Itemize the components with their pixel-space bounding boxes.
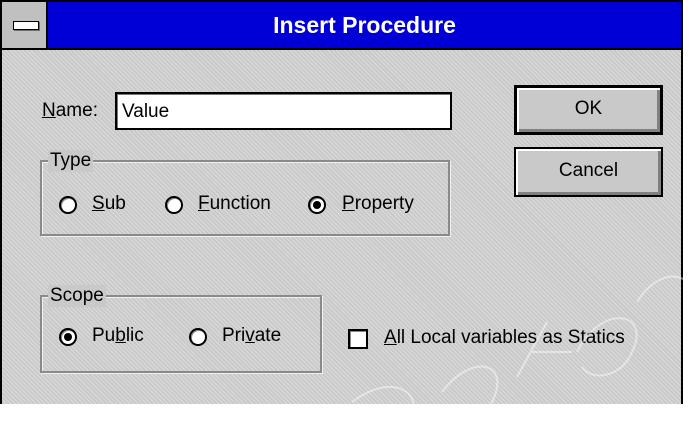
name-label: Name: <box>42 100 98 121</box>
insert-procedure-dialog: Insert Procedure Name: Value OK Cancel T… <box>0 0 689 418</box>
type-group-label: Type <box>48 150 94 172</box>
name-field-value: Value <box>122 101 170 122</box>
private-radio-label: Private <box>222 325 282 346</box>
public-radio-label: Public <box>92 325 144 346</box>
minus-icon <box>13 21 39 30</box>
statics-checkbox[interactable] <box>348 329 368 349</box>
title-bar: Insert Procedure <box>2 2 681 50</box>
scope-group-label: Scope <box>48 285 106 307</box>
cancel-button[interactable]: Cancel <box>514 147 663 197</box>
name-field[interactable]: Value <box>115 92 452 130</box>
sub-radio[interactable] <box>59 196 77 214</box>
private-radio[interactable] <box>189 328 207 346</box>
statics-checkbox-label: All Local variables as Statics <box>384 327 625 348</box>
dialog-title: Insert Procedure <box>273 12 456 38</box>
public-radio[interactable] <box>59 328 77 346</box>
function-radio[interactable] <box>165 196 183 214</box>
sub-radio-label: Sub <box>92 193 126 214</box>
ok-button[interactable]: OK <box>514 85 663 135</box>
property-radio-label: Property <box>342 193 414 214</box>
function-radio-label: Function <box>198 193 271 214</box>
property-radio[interactable] <box>308 196 326 214</box>
system-menu-button[interactable] <box>2 2 48 48</box>
